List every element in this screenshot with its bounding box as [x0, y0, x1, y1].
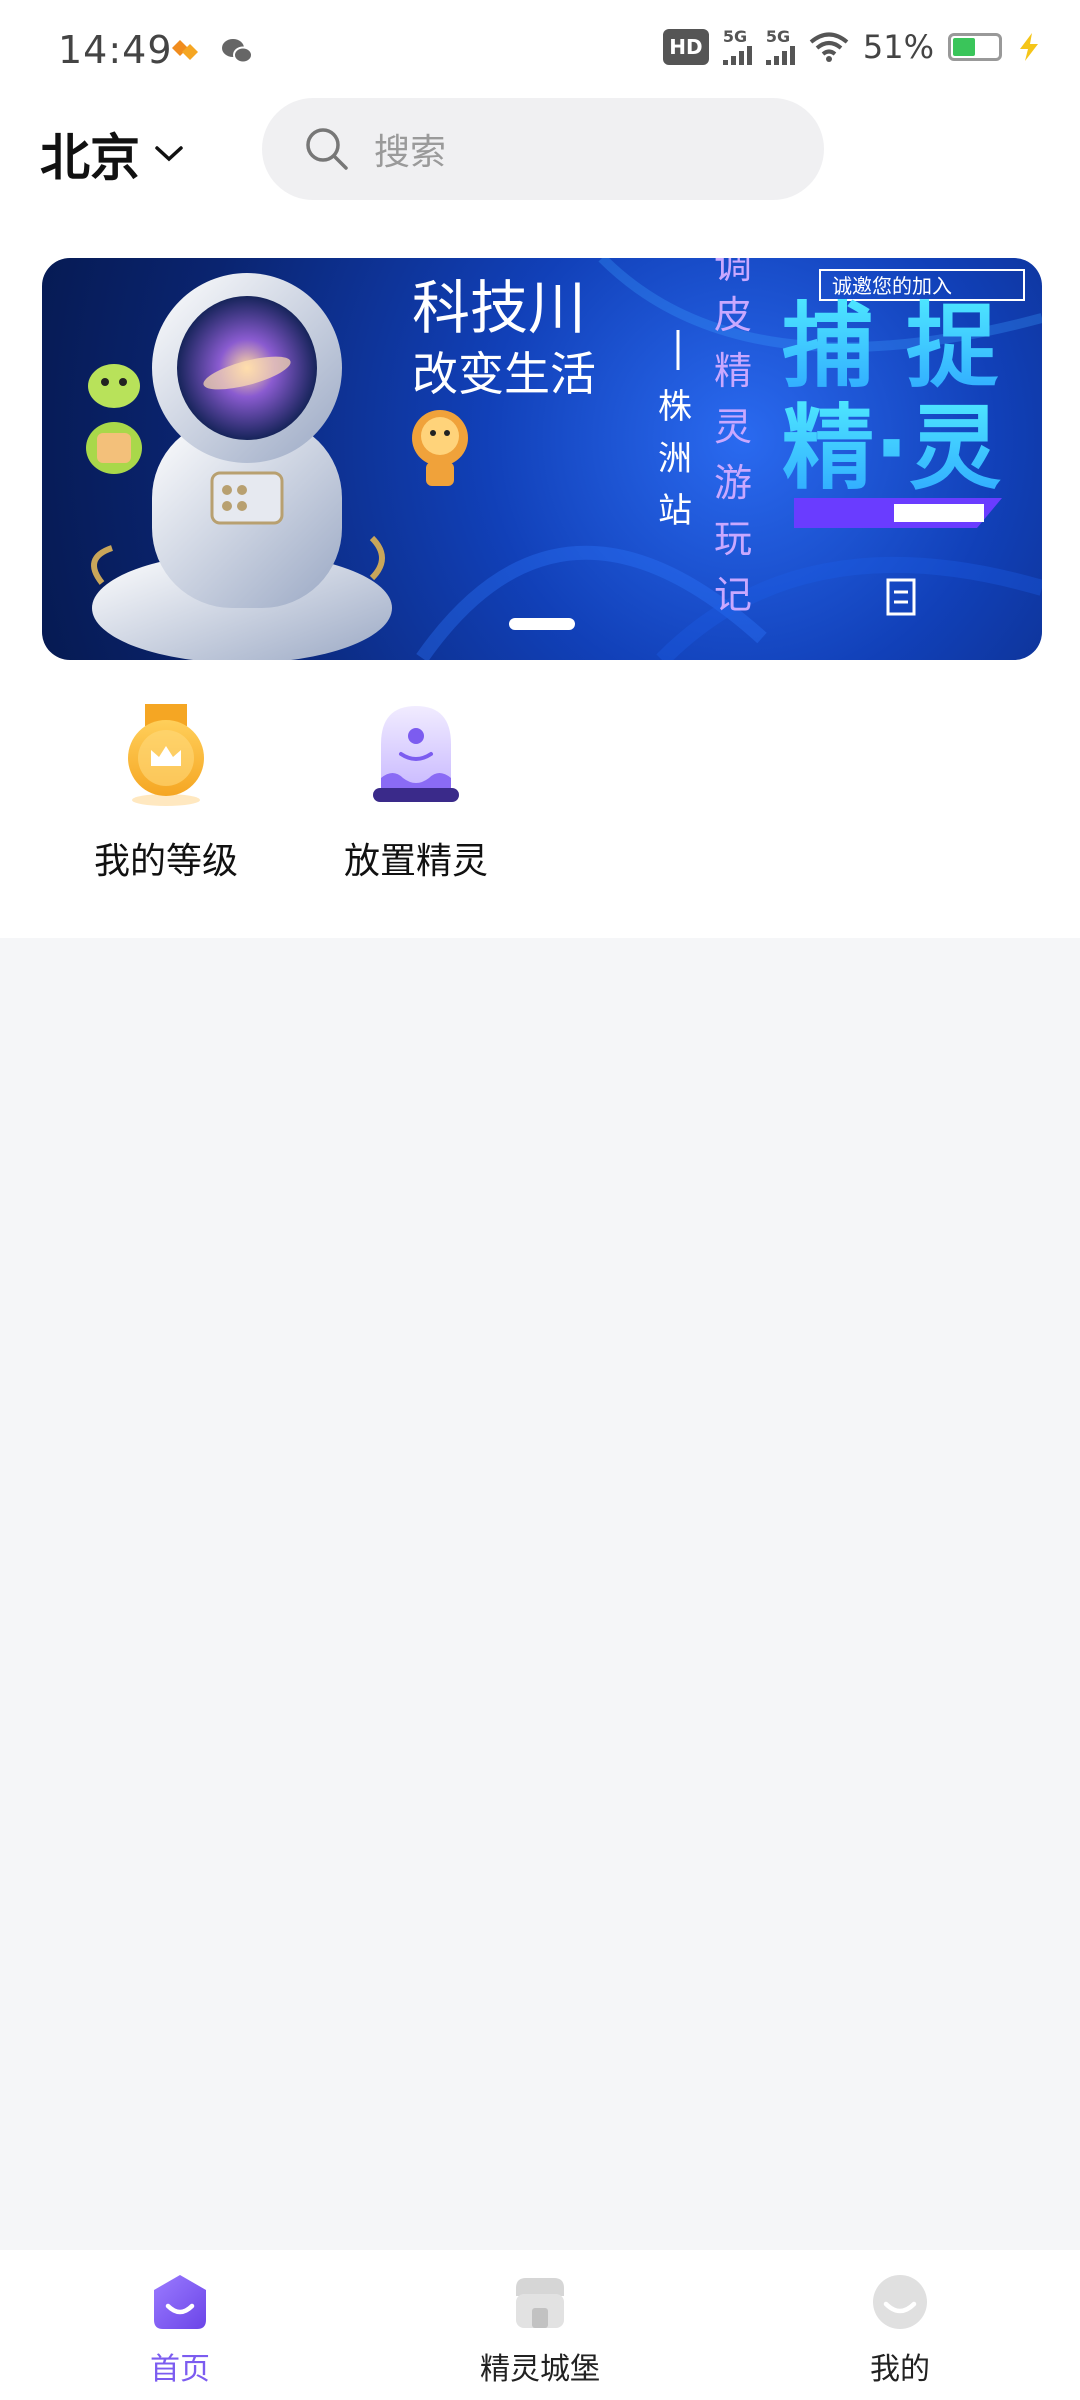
- bottom-navigation: 首页 精灵城堡 我的: [0, 2250, 1080, 2400]
- column-char: 灵: [714, 405, 752, 449]
- charging-bolt-icon: [1020, 33, 1038, 61]
- lion-character: [412, 410, 468, 486]
- hd-badge: HD: [662, 29, 709, 65]
- home-screen: 14:49 HD 5G 5G 51% 北京 搜索 科技川 改变生活 株 洲 站 …: [0, 0, 1080, 2400]
- quick-entry-label: 我的等级: [93, 841, 238, 882]
- station-char: 洲: [658, 439, 692, 479]
- station-char: 株: [658, 387, 692, 427]
- column-vertical-text: 调 皮 精 灵 游 玩 记: [714, 258, 752, 617]
- column-char: 精: [714, 349, 752, 393]
- nav-label-home: 首页: [150, 2352, 210, 2387]
- battery-percent: 51%: [862, 28, 934, 66]
- banner-logo-mark: [886, 578, 916, 616]
- banner-title-line2: 改变生活: [412, 347, 596, 401]
- spirit-ghost-icon: [373, 706, 459, 802]
- medal-crown-icon: [128, 704, 204, 806]
- column-char: 皮: [714, 293, 752, 337]
- net-label-2: 5G: [765, 27, 791, 46]
- station-char: 站: [658, 491, 692, 531]
- station-vertical-text: 株 洲 站: [658, 387, 692, 531]
- search-icon: [306, 128, 348, 170]
- wifi-icon: [809, 32, 849, 62]
- wechat-icon: [222, 39, 253, 64]
- chevron-down-icon: [155, 146, 183, 162]
- turtle-character: [86, 364, 142, 474]
- city-name: 北京: [40, 129, 140, 187]
- status-time: 14:49: [58, 28, 173, 72]
- shop-icon: [516, 2278, 564, 2328]
- banner-headline-top: 捕 捉: [782, 293, 999, 400]
- banner-artwork: 科技川 改变生活 株 洲 站 调 皮 精 灵 游 玩 记 诚邀您的加入 捕 捉 …: [86, 258, 1042, 660]
- column-char: 记: [714, 573, 752, 617]
- city-selector[interactable]: 北京: [40, 118, 184, 190]
- app-notification-icon: [172, 40, 198, 60]
- column-char: 玩: [714, 517, 752, 561]
- signal-bars-icon: [722, 45, 752, 65]
- signal-bars-icon: [765, 45, 795, 65]
- promo-banner[interactable]: 科技川 改变生活 株 洲 站 调 皮 精 灵 游 玩 记 诚邀您的加入 捕 捉 …: [42, 258, 1042, 660]
- nav-tab-home[interactable]: 首页: [70, 2272, 290, 2388]
- banner-title-line1: 科技川: [412, 274, 586, 342]
- nav-tab-spirit-castle[interactable]: 精灵城堡: [430, 2272, 650, 2388]
- banner-headline-bottom: 精·灵: [782, 395, 1001, 502]
- astronaut-illustration: [91, 273, 392, 660]
- column-char: 调: [714, 258, 752, 287]
- signal-1: 5G: [722, 27, 752, 65]
- nav-label-spirit-castle: 精灵城堡: [480, 2352, 600, 2387]
- battery-icon: [948, 33, 1002, 61]
- column-char: 游: [714, 461, 752, 505]
- status-system-icons: HD 5G 5G 51%: [662, 27, 1042, 66]
- nav-tab-profile[interactable]: 我的: [790, 2272, 1010, 2388]
- nav-label-profile: 我的: [870, 2352, 930, 2387]
- status-bar: 14:49 HD 5G 5G 51%: [0, 0, 1080, 108]
- net-label-1: 5G: [722, 27, 748, 46]
- search-placeholder: 搜索: [374, 132, 447, 173]
- search-bar[interactable]: 搜索: [262, 98, 824, 200]
- status-notification-icons: [168, 36, 254, 66]
- quick-entry-place-spirit[interactable]: 放置精灵: [306, 700, 526, 884]
- banner-ribbon-tag: [894, 504, 984, 522]
- quick-entry-my-level[interactable]: 我的等级: [56, 700, 276, 884]
- quick-entry-label: 放置精灵: [343, 841, 488, 882]
- signal-2: 5G: [765, 27, 795, 65]
- profile-smile-icon: [873, 2275, 927, 2329]
- home-smile-icon: [154, 2275, 206, 2329]
- battery-level: [953, 38, 975, 56]
- banner-page-indicator: [509, 618, 575, 630]
